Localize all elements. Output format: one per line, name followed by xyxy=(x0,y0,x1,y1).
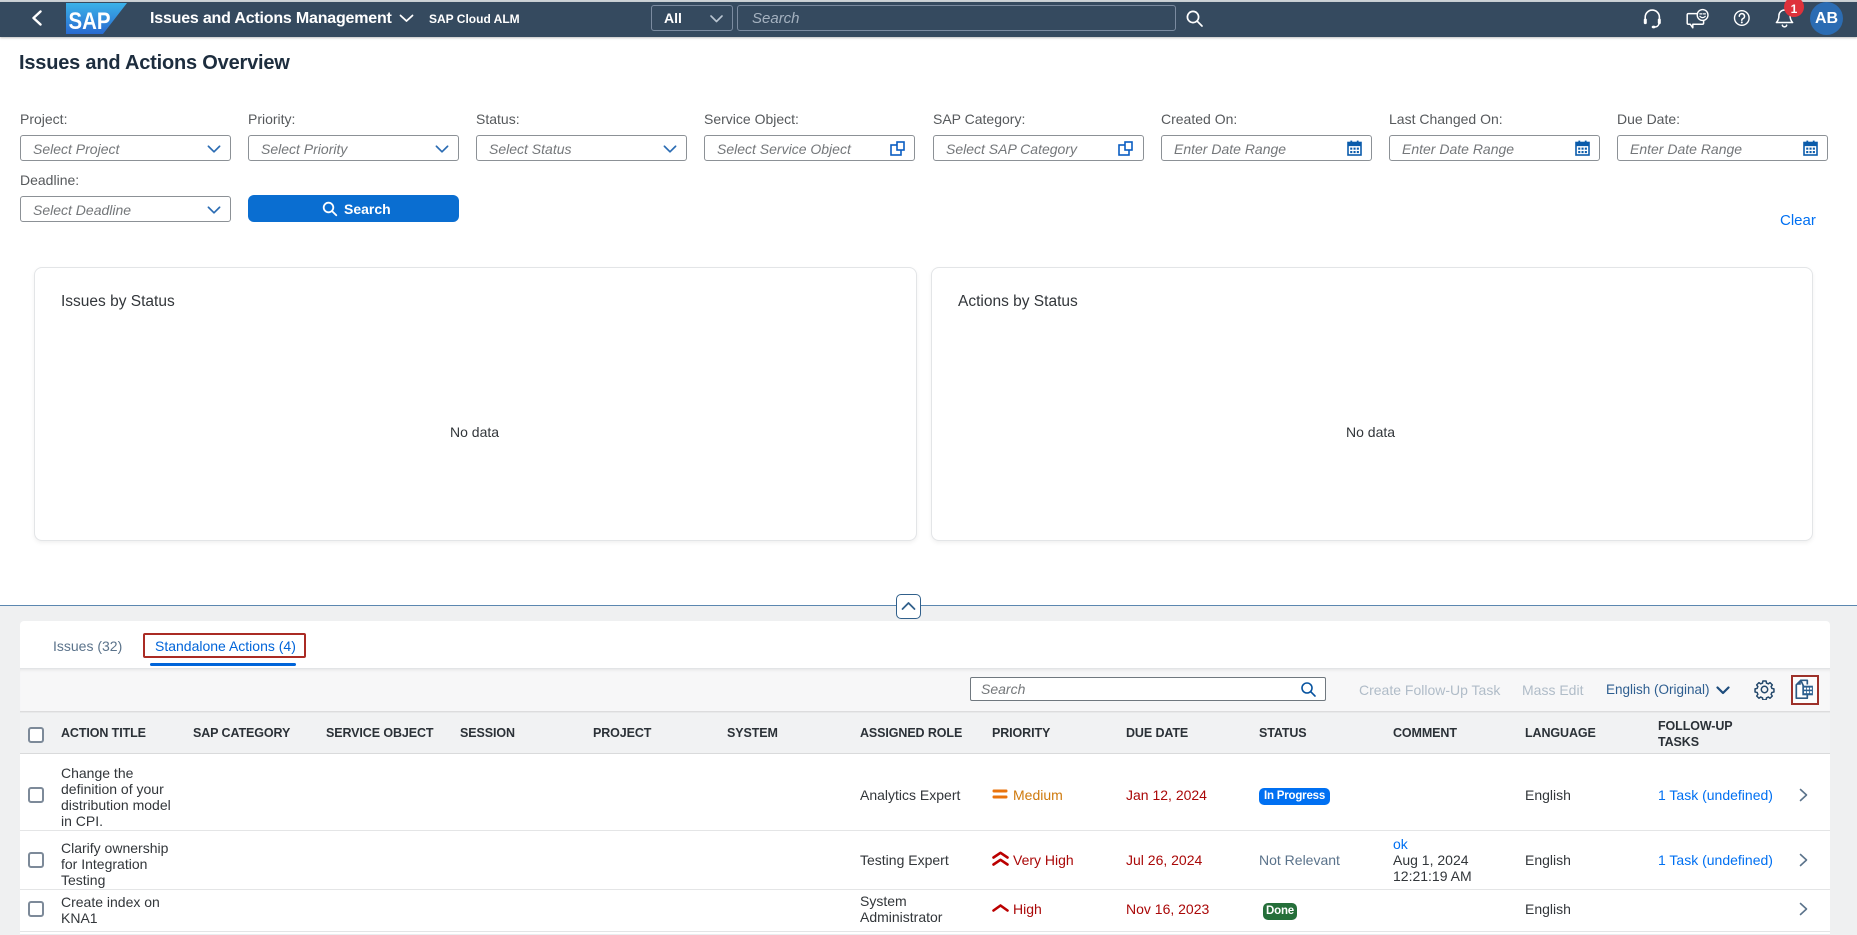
svg-text:SAP: SAP xyxy=(69,8,111,34)
